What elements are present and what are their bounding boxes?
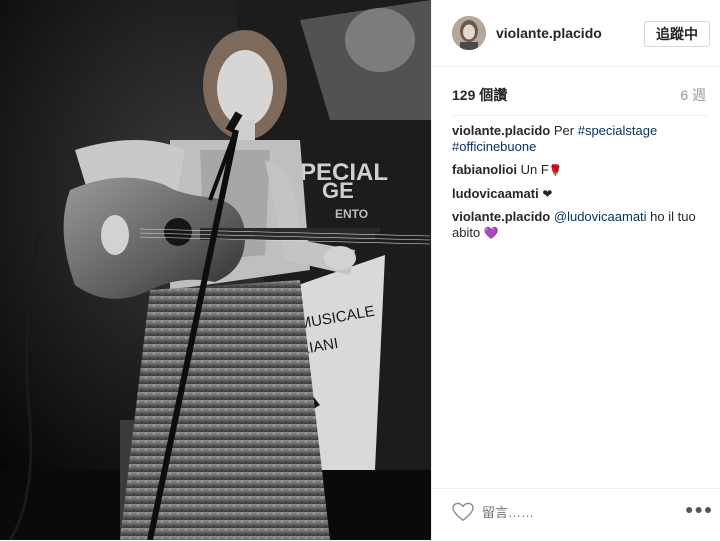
avatar-icon <box>452 16 486 50</box>
mention-link[interactable]: @ludovicaamati <box>554 209 647 224</box>
following-button[interactable]: 追蹤中 <box>644 21 710 47</box>
post-photo[interactable]: PECIAL GE ENTO NA MUSICALE ITALIANI <box>0 0 431 540</box>
post-author-username[interactable]: violante.placido <box>496 25 602 41</box>
hashtag-link[interactable]: #officinebuone <box>452 139 536 154</box>
post-sidebar: violante.placido 追蹤中 129 個讚 6 週 violante… <box>431 0 720 540</box>
banner-text-3: ENTO <box>335 207 368 221</box>
rose-icon: 🌹 <box>548 165 563 177</box>
comment-input[interactable] <box>482 501 662 523</box>
post-age[interactable]: 6 週 <box>680 85 706 105</box>
comment-username[interactable]: fabianolioi <box>452 162 517 177</box>
comment-item: fabianolioi Un F🌹 <box>452 162 708 179</box>
purple-heart-icon: 💜 <box>483 226 499 240</box>
hashtag-link[interactable]: #specialstage <box>578 123 658 138</box>
avatar[interactable] <box>452 16 486 50</box>
caption: violante.placido Per #specialstage #offi… <box>452 123 708 155</box>
comment-list: violante.placido Per #specialstage #offi… <box>452 123 708 248</box>
heart-outline-icon[interactable] <box>452 502 474 522</box>
comment-text: Un F <box>520 162 549 177</box>
comment-username[interactable]: violante.placido <box>452 123 550 138</box>
post-header: violante.placido 追蹤中 <box>432 0 720 67</box>
comment-item: violante.placido @ludovicaamati ho il tu… <box>452 209 708 241</box>
post-modal: PECIAL GE ENTO NA MUSICALE ITALIANI viol… <box>0 0 720 540</box>
like-count[interactable]: 129 個讚 <box>452 85 507 105</box>
comment-username[interactable]: violante.placido <box>452 209 550 224</box>
black-heart-icon: ❤ <box>542 187 553 201</box>
divider <box>452 115 708 116</box>
comment-text: Per <box>553 123 578 138</box>
more-icon[interactable]: ●●● <box>685 501 712 523</box>
post-meta: 129 個讚 6 週 <box>452 85 706 107</box>
post-footer: ●●● <box>432 488 720 541</box>
comment-username[interactable]: ludovicaamati <box>452 186 539 201</box>
banner-text-2: GE <box>322 178 354 203</box>
post-photo-illustration: PECIAL GE ENTO NA MUSICALE ITALIANI <box>0 0 431 540</box>
comment-item: ludovicaamati ❤ <box>452 186 708 202</box>
